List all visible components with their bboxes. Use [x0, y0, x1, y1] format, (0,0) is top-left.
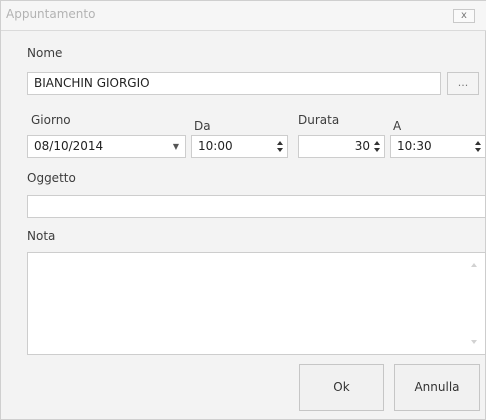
cancel-button-label: Annulla [414, 380, 460, 394]
ellipsis-icon: ... [457, 76, 469, 89]
giorno-label: Giorno [31, 113, 71, 127]
a-time-spinner[interactable]: 10:30 [390, 135, 486, 158]
spinner-arrows-icon[interactable] [474, 140, 482, 154]
a-value: 10:30 [397, 139, 432, 153]
close-button[interactable]: x [453, 9, 475, 23]
da-time-spinner[interactable]: 10:00 [191, 135, 288, 158]
spinner-arrows-icon[interactable] [276, 140, 284, 154]
chevron-down-icon[interactable]: ▼ [173, 136, 179, 157]
durata-value: 30 [354, 139, 370, 153]
giorno-date-picker[interactable]: 08/10/2014 ▼ [27, 135, 186, 158]
scroll-up-icon[interactable] [471, 263, 477, 267]
nome-value: BIANCHIN GIORGIO [34, 76, 150, 90]
nota-label: Nota [27, 229, 56, 243]
nota-textarea[interactable] [27, 252, 486, 355]
window-title: Appuntamento [6, 7, 96, 21]
nome-field[interactable]: BIANCHIN GIORGIO [27, 72, 441, 95]
browse-nome-button[interactable]: ... [447, 72, 479, 95]
ok-button-label: Ok [333, 380, 350, 394]
oggetto-label: Oggetto [27, 171, 76, 185]
a-label: A [393, 119, 402, 133]
da-label: Da [194, 119, 211, 133]
oggetto-field[interactable] [27, 195, 486, 218]
ok-button[interactable]: Ok [299, 364, 384, 411]
da-value: 10:00 [198, 139, 233, 153]
close-icon: x [461, 10, 467, 21]
giorno-value: 08/10/2014 [34, 139, 104, 153]
cancel-button[interactable]: Annulla [394, 364, 480, 411]
title-bar: Appuntamento x [1, 1, 486, 31]
durata-spinner[interactable]: 30 [298, 135, 385, 158]
durata-label: Durata [298, 113, 340, 127]
appointment-dialog: Appuntamento x Nome BIANCHIN GIORGIO ...… [0, 0, 486, 420]
nome-label: Nome [27, 46, 63, 60]
scroll-down-icon[interactable] [471, 340, 477, 344]
spinner-arrows-icon[interactable] [373, 140, 381, 154]
